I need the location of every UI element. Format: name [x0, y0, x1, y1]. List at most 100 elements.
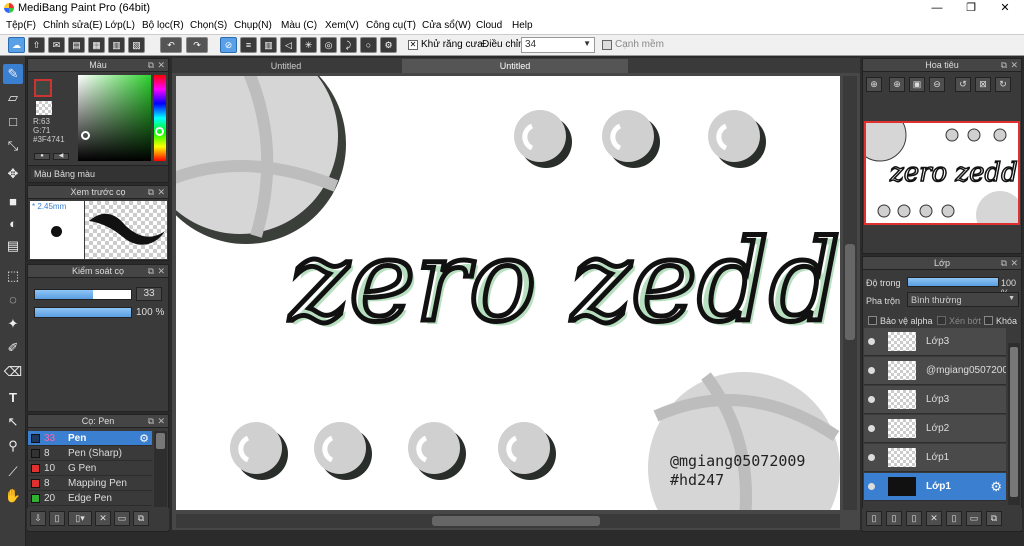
gradient-tool-icon[interactable]: ▤	[3, 236, 23, 256]
layer-row-selected[interactable]: Lớp1 ⚙	[864, 473, 1006, 501]
protect-alpha-checkbox[interactable]	[868, 316, 877, 325]
canvas-horizontal-scrollbar[interactable]	[176, 514, 840, 528]
new-brush-icon[interactable]: ▯	[49, 511, 65, 526]
layer-row[interactable]: @mgiang05072009	[864, 357, 1006, 385]
magic-wand-tool-icon[interactable]: ✦	[3, 314, 23, 334]
fill-rect-tool-icon[interactable]: ■	[3, 192, 23, 212]
grid-icon[interactable]: ▥	[108, 37, 125, 53]
primary-color-swatch[interactable]	[34, 79, 52, 97]
menu-file[interactable]: Tệp(F)	[6, 20, 36, 31]
blend-mode-select[interactable]: Bình thường ▼	[907, 292, 1019, 307]
menu-layer[interactable]: Lớp(L)	[105, 20, 135, 31]
select-rect-tool-icon[interactable]: ⬚	[3, 266, 23, 286]
bucket-tool-icon[interactable]: ◐	[3, 214, 23, 234]
vertical-scroll-thumb[interactable]	[845, 244, 855, 340]
zoom-in-2-icon[interactable]: ⊕	[889, 77, 905, 92]
merge-down-icon[interactable]: ▯	[946, 511, 962, 526]
brush-item[interactable]: 10 G Pen	[28, 461, 152, 476]
tab-document-active[interactable]: Untitled	[402, 59, 628, 73]
tab-document[interactable]: Untitled	[172, 59, 400, 73]
move-tool-icon[interactable]: ✥	[3, 164, 23, 184]
menu-cloud[interactable]: Cloud	[476, 20, 502, 31]
new-layer-icon[interactable]: ▯	[866, 511, 882, 526]
layer-settings-icon[interactable]: ⧉	[986, 511, 1002, 526]
panel-close-icon[interactable]: ✕	[1010, 59, 1018, 72]
transparent-swatch[interactable]	[36, 101, 52, 115]
dot-tool-icon[interactable]: □	[3, 112, 23, 132]
panel-icon[interactable]: ▧	[128, 37, 145, 53]
brush-opacity-slider[interactable]	[34, 307, 132, 318]
panel-close-icon[interactable]: ✕	[157, 415, 165, 428]
new-halftone-layer-icon[interactable]: ▯	[886, 511, 902, 526]
ellipse-snap-icon[interactable]: ○	[360, 37, 377, 53]
layer-row[interactable]: Lớp2	[864, 415, 1006, 443]
brush-tool-icon[interactable]: ✎	[3, 64, 23, 84]
panel-float-icon[interactable]: ⧉	[148, 186, 154, 199]
cross-snap-icon[interactable]: ▥	[260, 37, 277, 53]
layer-row[interactable]: Lớp3	[864, 328, 1006, 356]
menu-view[interactable]: Xem(V)	[325, 20, 359, 31]
lock-checkbox[interactable]	[984, 316, 993, 325]
tab-color[interactable]: Màu	[31, 169, 55, 179]
brush-item[interactable]: 33 Pen ⚙	[28, 431, 152, 446]
shape-tool-icon[interactable]: ⤡	[3, 136, 23, 156]
zoom-out-icon[interactable]: ⊖	[929, 77, 945, 92]
layer-list-scroll-thumb[interactable]	[1010, 347, 1018, 497]
brush-size-slider[interactable]	[34, 289, 132, 300]
lasso-tool-icon[interactable]: ◌	[3, 290, 23, 310]
panel-close-icon[interactable]: ✕	[157, 59, 165, 72]
divide-tool-icon[interactable]: ⟋	[3, 462, 23, 482]
redo-icon[interactable]: ↷	[186, 37, 208, 53]
select-eraser-tool-icon[interactable]: ⌫	[3, 362, 23, 382]
text-tool-icon[interactable]: T	[3, 388, 23, 408]
curve-snap-icon[interactable]: ⤸	[340, 37, 357, 53]
undo-icon[interactable]: ↶	[160, 37, 182, 53]
delete-brush-icon[interactable]: ✕	[95, 511, 111, 526]
menu-filter[interactable]: Bộ lọc(R)	[142, 20, 184, 31]
maximize-button[interactable]: ❐	[954, 0, 988, 17]
hue-cursor[interactable]	[155, 127, 164, 136]
menu-tools[interactable]: Công cụ(T)	[366, 20, 416, 31]
menu-select[interactable]: Chọn(S)	[190, 20, 227, 31]
close-button[interactable]: ✕	[988, 0, 1022, 17]
layer-folder-icon[interactable]: ▭	[966, 511, 982, 526]
clipping-checkbox[interactable]	[937, 316, 946, 325]
duplicate-layer-icon[interactable]: ▯	[906, 511, 922, 526]
color-swap-button[interactable]: ◀	[53, 153, 69, 160]
panel-float-icon[interactable]: ⧉	[148, 59, 154, 72]
layer-list-scrollbar[interactable]	[1008, 343, 1020, 505]
canvas-vertical-scrollbar[interactable]	[843, 76, 857, 510]
select-pen-tool-icon[interactable]: ✐	[3, 338, 23, 358]
panel-float-icon[interactable]: ⧉	[148, 265, 154, 278]
horizontal-scroll-thumb[interactable]	[432, 516, 600, 526]
eraser-tool-icon[interactable]: ▱	[3, 88, 23, 108]
brush-size-value[interactable]: 33	[136, 287, 162, 301]
panel-float-icon[interactable]: ⧉	[1001, 257, 1007, 270]
panel-close-icon[interactable]: ✕	[1010, 257, 1018, 270]
rotate-left-icon[interactable]: ↺	[955, 77, 971, 92]
menu-window[interactable]: Cửa sổ(W)	[422, 20, 471, 31]
drawing-canvas[interactable]: zero zedd zero zedd @mgiang05072009 #hd2…	[176, 76, 840, 510]
operation-tool-icon[interactable]: ↖	[3, 412, 23, 432]
circle-snap-icon[interactable]: ◎	[320, 37, 337, 53]
hue-slider[interactable]	[154, 75, 166, 161]
actual-size-icon[interactable]: ⊠	[975, 77, 991, 92]
menu-edit[interactable]: Chỉnh sửa(E)	[43, 20, 103, 31]
menu-color[interactable]: Màu (C)	[281, 20, 317, 31]
gear-icon[interactable]: ⚙	[139, 432, 149, 445]
panel-close-icon[interactable]: ✕	[157, 265, 165, 278]
brush-cloud-icon[interactable]: ⇩	[30, 511, 46, 526]
snap-settings-icon[interactable]: ⚙	[380, 37, 397, 53]
gear-icon[interactable]: ⚙	[990, 479, 1002, 495]
brush-item[interactable]: 8 Mapping Pen	[28, 476, 152, 491]
document-icon[interactable]: ▦	[88, 37, 105, 53]
eye-icon[interactable]	[868, 367, 875, 374]
eye-icon[interactable]	[868, 338, 875, 345]
adjust-combo[interactable]: 34 ▼	[521, 37, 595, 53]
panel-float-icon[interactable]: ⧉	[1001, 59, 1007, 72]
duplicate-icon[interactable]: ⧉	[133, 511, 149, 526]
parallel-snap-icon[interactable]: ≡	[240, 37, 257, 53]
saturation-value-picker[interactable]	[78, 75, 151, 161]
panel-close-icon[interactable]: ✕	[157, 186, 165, 199]
layer-row[interactable]: Lớp3	[864, 386, 1006, 414]
